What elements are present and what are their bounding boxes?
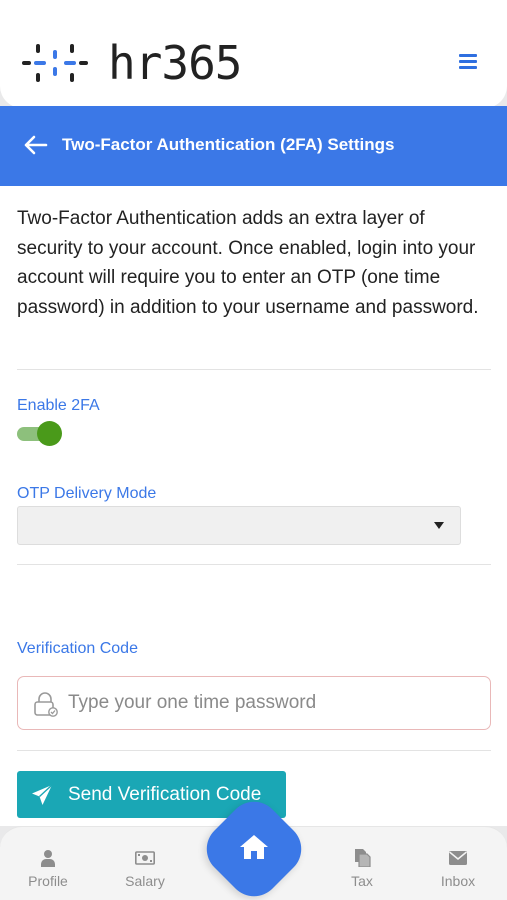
settings-content: Two-Factor Authentication adds an extra … (0, 186, 507, 826)
verification-code-field[interactable] (17, 676, 491, 730)
hamburger-menu-icon[interactable] (459, 54, 477, 70)
nav-salary-label: Salary (125, 873, 165, 889)
money-icon (135, 851, 155, 865)
back-arrow-icon[interactable] (22, 132, 48, 158)
otp-input[interactable] (68, 677, 478, 728)
2fa-description: Two-Factor Authentication adds an extra … (17, 208, 479, 318)
nav-salary[interactable]: Salary (105, 827, 185, 900)
page-title: Two-Factor Authentication (2FA) Settings (62, 135, 395, 154)
nav-profile[interactable]: Profile (8, 827, 88, 900)
toggle-knob (37, 421, 62, 446)
send-button-label: Send Verification Code (68, 784, 262, 805)
documents-icon (355, 849, 371, 867)
nav-tax[interactable]: Tax (322, 827, 402, 900)
enable-2fa-toggle[interactable] (17, 420, 63, 446)
top-app-bar: hr365 (0, 0, 507, 108)
nav-inbox[interactable]: Inbox (418, 827, 498, 900)
otp-delivery-mode-label: OTP Delivery Mode (17, 485, 157, 502)
nav-tax-label: Tax (351, 873, 373, 889)
paper-plane-icon (32, 784, 53, 805)
person-icon (41, 850, 55, 867)
nav-inbox-label: Inbox (440, 873, 476, 889)
logo-text: hr365 (108, 36, 242, 90)
nav-profile-label: Profile (28, 873, 68, 889)
hr365-logo: hr365 (22, 36, 242, 90)
page-header: Two-Factor Authentication (2FA) Settings (0, 106, 507, 186)
envelope-icon (449, 851, 467, 865)
divider (17, 369, 491, 370)
divider (17, 564, 491, 565)
logo-mark-icon (22, 44, 88, 82)
verification-code-label: Verification Code (17, 640, 138, 657)
dropdown-arrow-icon (434, 522, 444, 529)
enable-2fa-label: Enable 2FA (17, 397, 100, 414)
lock-icon (34, 692, 58, 717)
divider (17, 750, 491, 751)
otp-delivery-mode-select[interactable] (17, 506, 461, 545)
